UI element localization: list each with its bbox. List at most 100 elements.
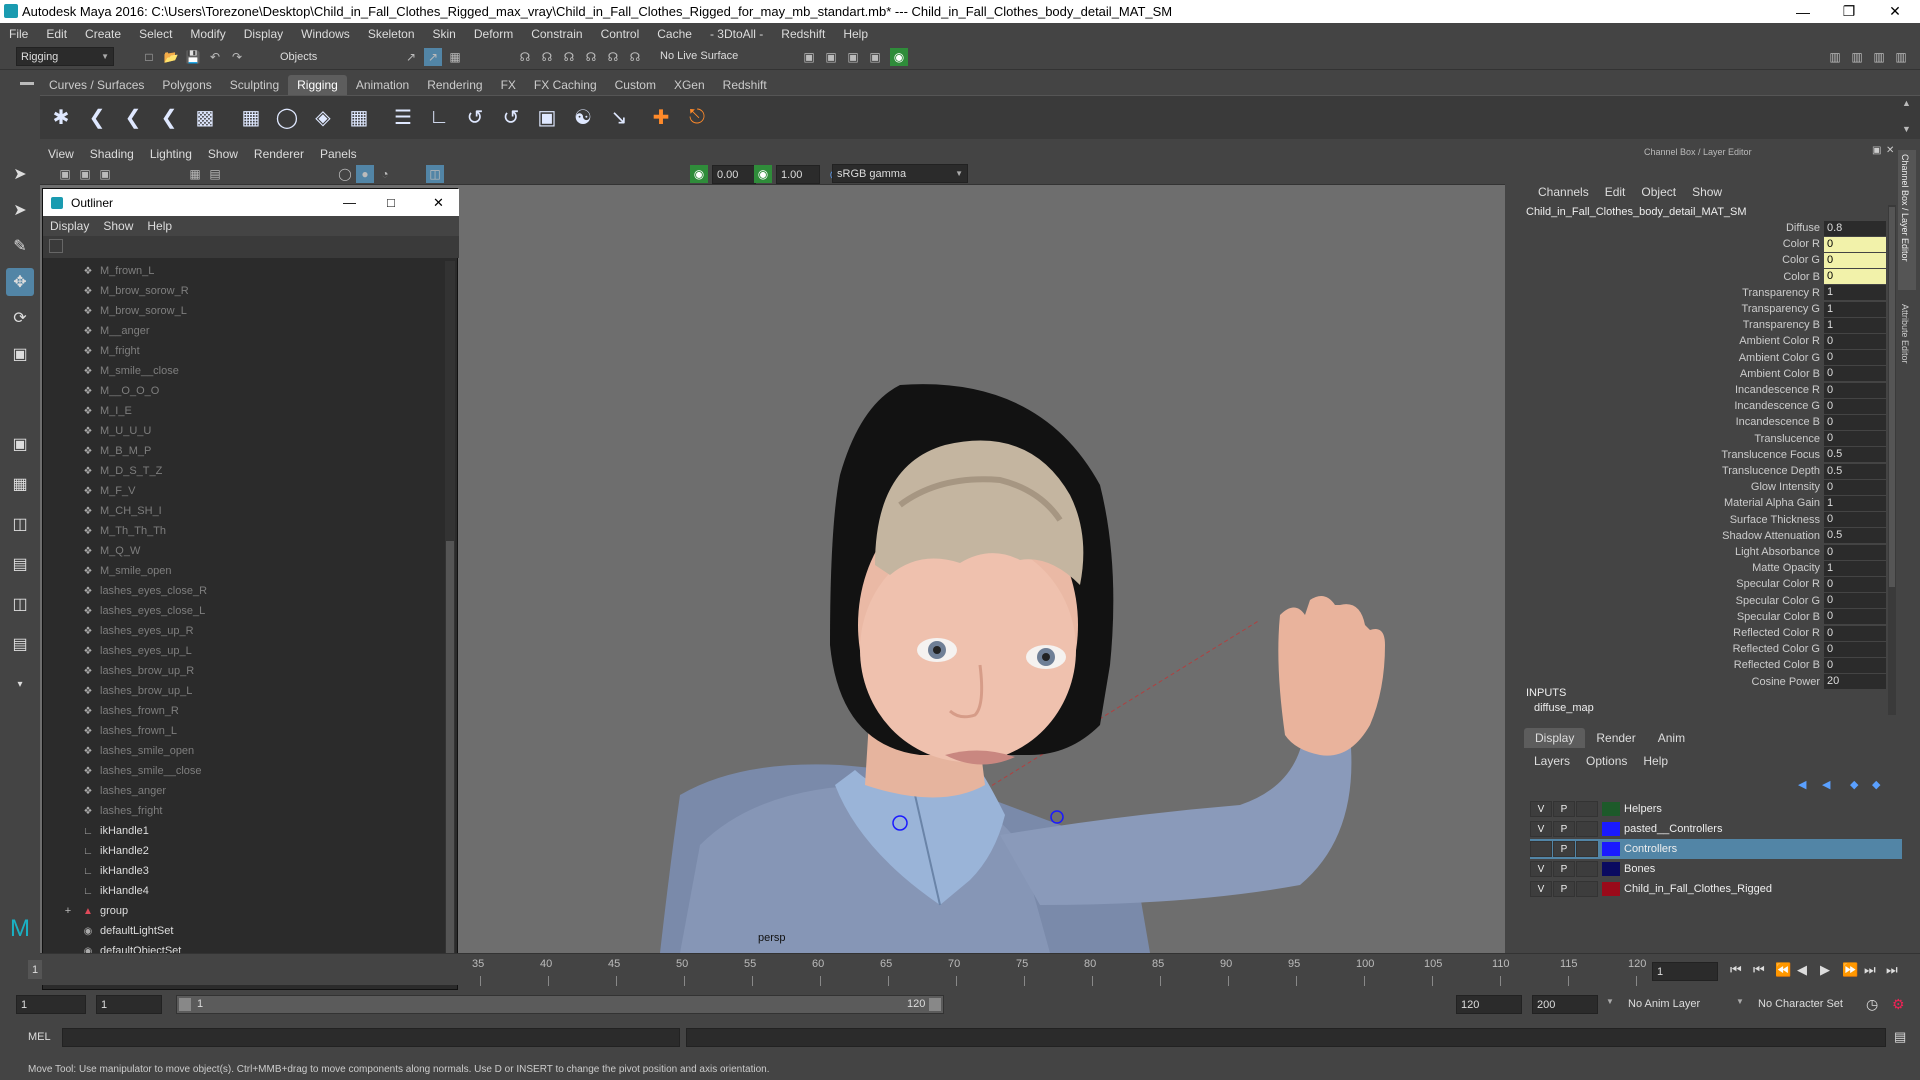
pole-vector-icon[interactable]: ↘ xyxy=(602,100,636,134)
list-item[interactable]: ❖ lashes_eyes_up_L xyxy=(43,641,443,661)
attribute-label[interactable]: Glow Intensity xyxy=(1624,481,1824,493)
render-frame-icon[interactable]: ▣ xyxy=(800,48,818,66)
attribute-label[interactable]: Reflected Color B xyxy=(1624,659,1824,671)
snap-grid-icon[interactable]: ☊ xyxy=(516,48,534,66)
undo-icon[interactable]: ↶ xyxy=(206,48,224,66)
maximize-button[interactable]: ❐ xyxy=(1826,0,1872,23)
attribute-value-field[interactable]: 0.5 xyxy=(1824,447,1886,463)
attribute-value-field[interactable]: 0 xyxy=(1824,236,1886,252)
layer-menu-help[interactable]: Help xyxy=(1643,754,1676,768)
attribute-row[interactable]: Ambient Color B0 xyxy=(1624,366,1886,382)
shelf-options-icon[interactable] xyxy=(20,82,34,85)
select-camera-icon[interactable]: ▣ xyxy=(56,165,74,183)
shelf-tab-sculpting[interactable]: Sculpting xyxy=(221,75,288,95)
colorspace-dropdown[interactable]: sRGB gamma ▼ xyxy=(832,164,968,183)
snap-point-icon[interactable]: ☊ xyxy=(560,48,578,66)
play-backward-icon[interactable]: ◀ xyxy=(1797,962,1807,978)
textured-icon[interactable]: ◔ xyxy=(376,165,394,183)
single-view-icon[interactable]: ▣ xyxy=(6,430,34,458)
select-tool-icon[interactable]: ➤ xyxy=(6,160,34,188)
attribute-label[interactable]: Light Absorbance xyxy=(1624,546,1824,558)
layer-color-swatch[interactable] xyxy=(1602,802,1620,816)
attribute-label[interactable]: Color B xyxy=(1624,271,1824,283)
layer-row[interactable]: V P Helpers xyxy=(1530,799,1902,819)
menu-skeleton[interactable]: Skeleton xyxy=(359,27,424,41)
attribute-label[interactable]: Color R xyxy=(1624,238,1824,250)
menu-edit[interactable]: Edit xyxy=(37,27,76,41)
xray-icon[interactable]: ◫ xyxy=(426,165,444,183)
auto-key-icon[interactable]: ◷ xyxy=(1866,996,1878,1013)
layer-name[interactable]: Child_in_Fall_Clothes_Rigged xyxy=(1624,883,1772,895)
selection-mode-dropdown[interactable]: Objects xyxy=(276,47,384,66)
attribute-label[interactable]: Translucence Focus xyxy=(1624,449,1824,461)
attribute-row[interactable]: Light Absorbance 0 xyxy=(1624,544,1886,560)
list-item[interactable]: ❖ M_smile__close xyxy=(43,361,443,381)
menu-create[interactable]: Create xyxy=(76,27,130,41)
layer-row[interactable]: V P Bones xyxy=(1530,859,1902,879)
attribute-row[interactable]: Reflected Color R0 xyxy=(1624,625,1886,641)
workspace-icon-4[interactable]: ▥ xyxy=(1892,48,1910,66)
outliner-vscrollbar[interactable] xyxy=(445,261,455,969)
paint-weights-icon[interactable]: ☰ xyxy=(386,100,420,134)
layer-reference-toggle[interactable] xyxy=(1576,881,1598,897)
attribute-row[interactable]: Specular Color R0 xyxy=(1624,576,1886,592)
list-item[interactable]: ❖ lashes_eyes_close_R xyxy=(43,581,443,601)
playback-start-field[interactable]: 1 xyxy=(96,995,162,1014)
attribute-label[interactable]: Incandescence G xyxy=(1624,400,1824,412)
attribute-row[interactable]: Reflected Color B0 xyxy=(1624,657,1886,673)
menu-skin[interactable]: Skin xyxy=(424,27,465,41)
shelf-tab-xgen[interactable]: XGen xyxy=(665,75,714,95)
menu-deform[interactable]: Deform xyxy=(465,27,522,41)
viewport-menu-show[interactable]: Show xyxy=(200,147,246,161)
time-slider[interactable]: 1 35 40 45 50 55 60 65 70 75 80 85 90 95 100 105 110 115… xyxy=(28,953,1920,986)
menu-3dtoall[interactable]: - 3DtoAll - xyxy=(701,27,772,41)
list-item[interactable]: ❖ lashes_anger xyxy=(43,781,443,801)
attribute-label[interactable]: Reflected Color R xyxy=(1624,627,1824,639)
layer-row[interactable]: V P Child_in_Fall_Clothes_Rigged xyxy=(1530,879,1902,899)
shelf-tab-custom[interactable]: Custom xyxy=(606,75,665,95)
side-tab-channel-box[interactable]: Channel Box / Layer Editor xyxy=(1898,150,1916,290)
layer-name[interactable]: Controllers xyxy=(1624,843,1677,855)
menu-control[interactable]: Control xyxy=(592,27,649,41)
attribute-label[interactable]: Surface Thickness xyxy=(1624,514,1824,526)
layer-tab-display[interactable]: Display xyxy=(1524,728,1586,748)
attribute-label[interactable]: Specular Color G xyxy=(1624,595,1824,607)
outliner-maximize-button[interactable]: □ xyxy=(387,195,395,210)
render-view-icon[interactable]: ▣ xyxy=(822,48,840,66)
close-button[interactable]: ✕ xyxy=(1872,0,1918,23)
attribute-value-field[interactable]: 0 xyxy=(1824,366,1886,382)
attribute-label[interactable]: Ambient Color R xyxy=(1624,335,1824,347)
new-layer-icon[interactable]: ◆ xyxy=(1850,778,1858,791)
attribute-label[interactable]: Specular Color R xyxy=(1624,578,1824,590)
anim-layer-chevron-icon[interactable]: ▼ xyxy=(1606,997,1614,1006)
layer-name[interactable]: Bones xyxy=(1624,863,1655,875)
list-item[interactable]: ❖ M__anger xyxy=(43,321,443,341)
layer-name[interactable]: pasted__Controllers xyxy=(1624,823,1722,835)
workspace-icon-2[interactable]: ▥ xyxy=(1848,48,1866,66)
minimize-button[interactable]: — xyxy=(1780,0,1826,23)
attribute-row[interactable]: Incandescence B0 xyxy=(1624,414,1886,430)
move-layer-up-icon[interactable]: ◀ xyxy=(1798,778,1806,791)
menu-constrain[interactable]: Constrain xyxy=(522,27,591,41)
rigid-bind-icon[interactable]: ◯ xyxy=(270,100,304,134)
shelf-tab-polygons[interactable]: Polygons xyxy=(153,75,220,95)
move-layer-down-icon[interactable]: ◀ xyxy=(1822,778,1830,791)
layer-row[interactable]: P Controllers xyxy=(1530,839,1902,859)
attribute-value-field[interactable]: 20 xyxy=(1824,674,1886,690)
animation-start-field[interactable]: 1 xyxy=(16,995,86,1014)
attribute-value-field[interactable]: 0.8 xyxy=(1824,220,1886,236)
attribute-row[interactable]: Specular Color B0 xyxy=(1624,609,1886,625)
list-item[interactable]: ❖ lashes_brow_up_L xyxy=(43,681,443,701)
anim-layer-label[interactable]: No Anim Layer xyxy=(1628,998,1700,1010)
shelf-scroll-down-icon[interactable]: ▼ xyxy=(1902,124,1911,134)
attribute-value-field[interactable]: 0 xyxy=(1824,479,1886,495)
layer-color-swatch[interactable] xyxy=(1602,882,1620,896)
list-item[interactable]: ❖ lashes_smile_open xyxy=(43,741,443,761)
list-item[interactable]: ❖ lashes_frown_L xyxy=(43,721,443,741)
attribute-row[interactable]: Color B0 xyxy=(1624,269,1886,285)
attribute-label[interactable]: Cosine Power xyxy=(1624,676,1824,688)
menu-file[interactable]: File xyxy=(0,27,37,41)
select-hierarchy-icon[interactable]: ↗ xyxy=(402,48,420,66)
layer-color-swatch[interactable] xyxy=(1602,822,1620,836)
attribute-value-field[interactable]: 1 xyxy=(1824,560,1886,576)
